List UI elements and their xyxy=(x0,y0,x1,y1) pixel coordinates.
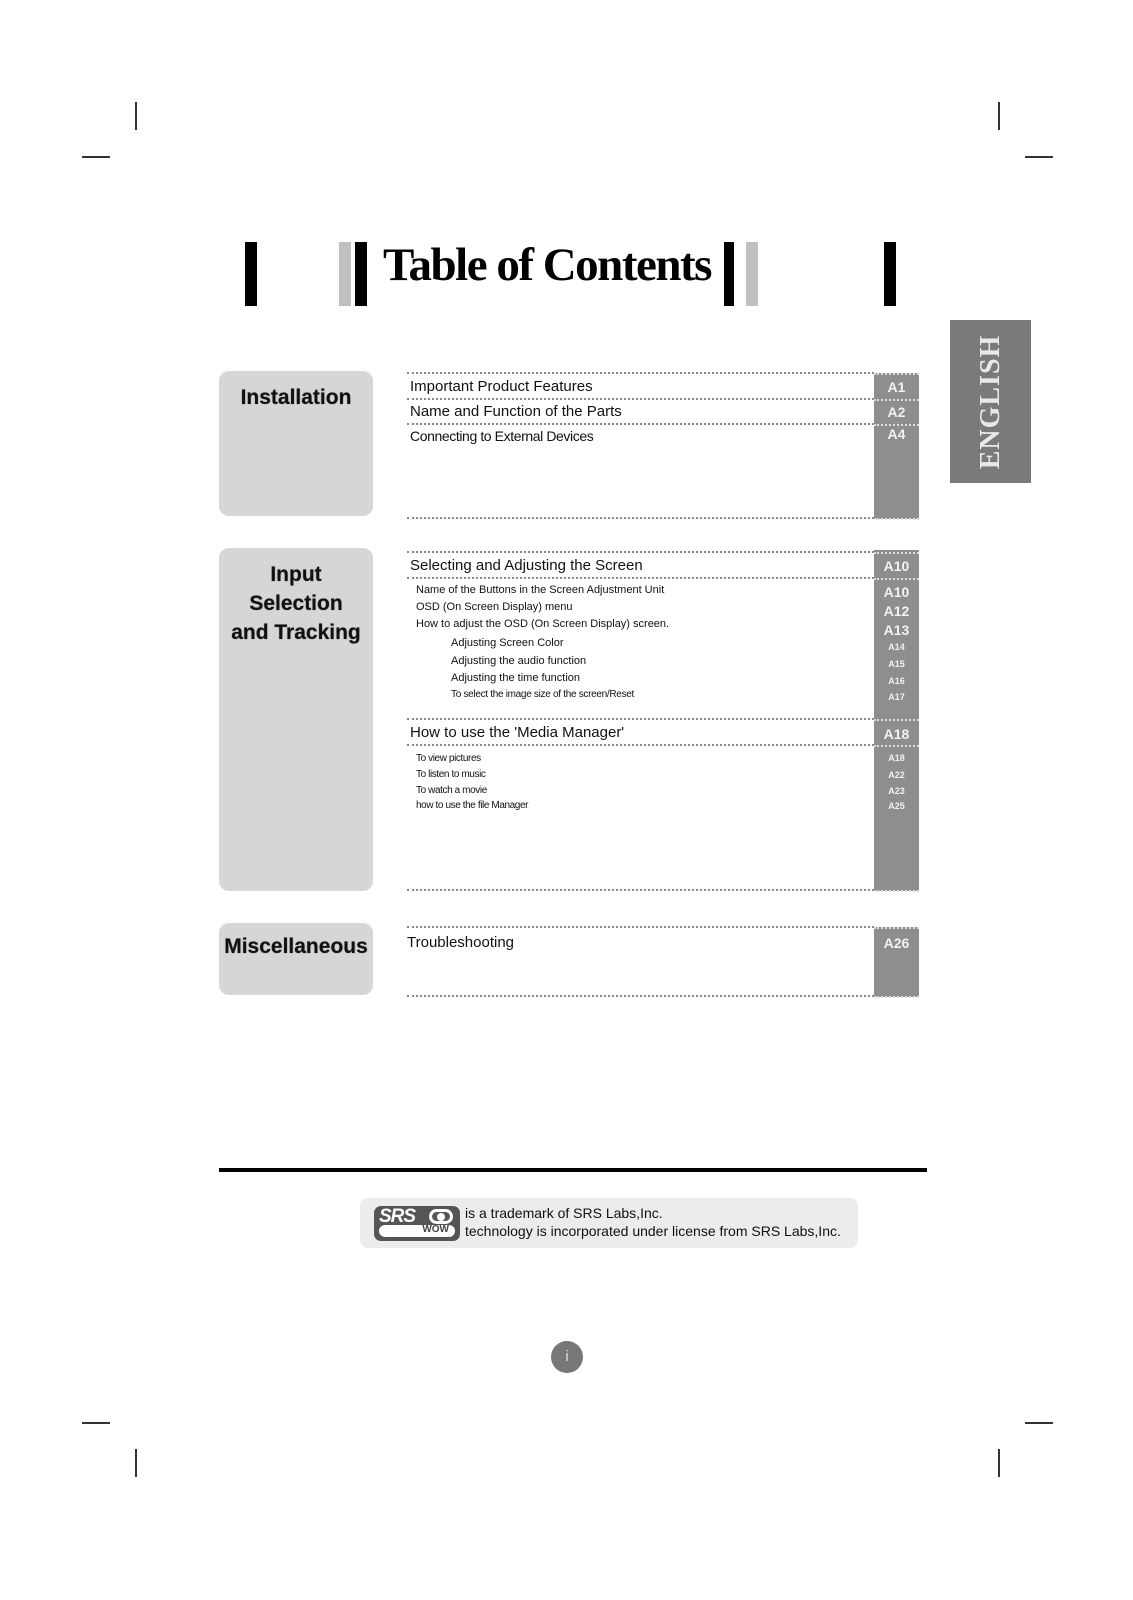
crop-mark-top-right-horizontal xyxy=(1025,156,1053,158)
toc-entry[interactable]: Name and Function of the Parts xyxy=(410,403,622,420)
wow-badge: WOW xyxy=(379,1224,455,1237)
section-label: Installation xyxy=(240,386,352,409)
dotted-divider xyxy=(874,927,919,929)
toc-entry[interactable]: Connecting to External Devices xyxy=(410,428,594,444)
toc-page-number[interactable]: A18 xyxy=(874,753,919,763)
dotted-divider xyxy=(407,889,874,891)
trademark-line-1: is a trademark of SRS Labs,Inc. xyxy=(465,1205,663,1221)
dotted-divider xyxy=(407,423,874,425)
dotted-divider xyxy=(407,718,874,720)
section-label-line: Selection xyxy=(249,592,343,615)
toc-entry[interactable]: Name of the Buttons in the Screen Adjust… xyxy=(416,584,664,596)
toc-page-number[interactable]: A23 xyxy=(874,786,919,796)
dotted-divider xyxy=(874,399,919,401)
decorative-bar xyxy=(355,242,367,306)
toc-page-number[interactable]: A12 xyxy=(874,603,919,619)
srs-circle-icon xyxy=(429,1209,453,1224)
decorative-bar xyxy=(724,242,734,306)
crop-mark-bottom-left-horizontal xyxy=(82,1422,110,1424)
dotted-divider xyxy=(874,518,919,520)
toc-entry[interactable]: OSD (On Screen Display) menu xyxy=(416,601,573,613)
toc-page-number[interactable]: A1 xyxy=(874,379,919,395)
language-tab: ENGLISH xyxy=(950,320,1031,483)
crop-mark-bottom-right-vertical xyxy=(998,1449,1000,1477)
crop-mark-top-left-vertical xyxy=(135,102,137,130)
toc-page-number[interactable]: A10 xyxy=(874,584,919,600)
section-label-box: Installation xyxy=(219,371,373,516)
toc-entry[interactable]: To select the image size of the screen/R… xyxy=(451,689,634,700)
trademark-text: is a trademark of SRS Labs,Inc. technolo… xyxy=(465,1204,841,1240)
crop-mark-top-left-horizontal xyxy=(82,156,110,158)
crop-mark-top-right-vertical xyxy=(998,102,1000,130)
toc-page-number[interactable]: A18 xyxy=(874,726,919,742)
section-label-box: Input Selection and Tracking xyxy=(219,548,373,891)
dotted-divider xyxy=(407,926,874,928)
toc-page-number[interactable]: A26 xyxy=(874,935,919,951)
toc-page-number[interactable]: A4 xyxy=(874,426,919,442)
toc-entry[interactable]: Adjusting Screen Color xyxy=(451,637,564,649)
toc-entry[interactable]: how to use the file Manager xyxy=(416,800,528,811)
toc-page-number[interactable]: A13 xyxy=(874,622,919,638)
toc-page-number[interactable]: A22 xyxy=(874,770,919,780)
toc-heading[interactable]: How to use the 'Media Manager' xyxy=(410,724,624,741)
dotted-divider xyxy=(407,551,874,553)
decorative-bar xyxy=(339,242,351,306)
srs-trademark-notice: SRS WOW is a trademark of SRS Labs,Inc. … xyxy=(360,1198,858,1248)
toc-page-number[interactable]: A14 xyxy=(874,642,919,652)
toc-page-number[interactable]: A16 xyxy=(874,676,919,686)
trademark-line-2: technology is incorporated under license… xyxy=(465,1223,841,1239)
toc-page-number[interactable]: A25 xyxy=(874,801,919,811)
dotted-divider xyxy=(407,577,874,579)
dotted-divider xyxy=(407,517,874,519)
dotted-divider xyxy=(874,745,919,747)
dotted-divider xyxy=(874,373,919,375)
toc-entry[interactable]: How to adjust the OSD (On Screen Display… xyxy=(416,618,669,630)
toc-page-number[interactable]: A10 xyxy=(874,558,919,574)
srs-wow-logo-icon: SRS WOW xyxy=(374,1206,460,1241)
toc-entry[interactable]: Adjusting the time function xyxy=(451,672,580,684)
section-label: Miscellaneous xyxy=(224,935,368,958)
page-title: Table of Contents xyxy=(383,239,712,291)
section-label-line: Input xyxy=(270,563,322,586)
section-label-box: Miscellaneous xyxy=(219,923,373,995)
toc-heading[interactable]: Selecting and Adjusting the Screen xyxy=(410,557,643,574)
dotted-divider xyxy=(407,995,874,997)
dotted-divider xyxy=(874,719,919,721)
dotted-divider xyxy=(407,372,874,374)
decorative-bar xyxy=(746,242,758,306)
toc-page-number[interactable]: A2 xyxy=(874,404,919,420)
crop-mark-bottom-right-horizontal xyxy=(1025,1422,1053,1424)
toc-entry[interactable]: Important Product Features xyxy=(410,378,593,395)
dotted-divider xyxy=(407,744,874,746)
crop-mark-bottom-left-vertical xyxy=(135,1449,137,1477)
decorative-bar xyxy=(245,242,257,306)
toc-page-number[interactable]: A15 xyxy=(874,659,919,669)
toc-page-number[interactable]: A17 xyxy=(874,692,919,702)
toc-entry[interactable]: To watch a movie xyxy=(416,785,487,796)
toc-entry[interactable]: Adjusting the audio function xyxy=(451,655,586,667)
dotted-divider xyxy=(874,578,919,580)
language-tab-label: ENGLISH xyxy=(974,334,1006,469)
horizontal-rule xyxy=(219,1168,927,1172)
dotted-divider xyxy=(874,890,919,892)
decorative-bar xyxy=(884,242,896,306)
dotted-divider xyxy=(874,552,919,554)
toc-entry[interactable]: To listen to music xyxy=(416,769,486,780)
toc-entry[interactable]: Troubleshooting xyxy=(407,934,514,951)
dotted-divider xyxy=(874,996,919,998)
section-label-line: and Tracking xyxy=(231,621,361,644)
toc-entry[interactable]: To view pictures xyxy=(416,753,481,764)
wow-text: WOW xyxy=(422,1224,449,1235)
page-number-badge: i xyxy=(551,1341,583,1373)
dotted-divider xyxy=(407,398,874,400)
